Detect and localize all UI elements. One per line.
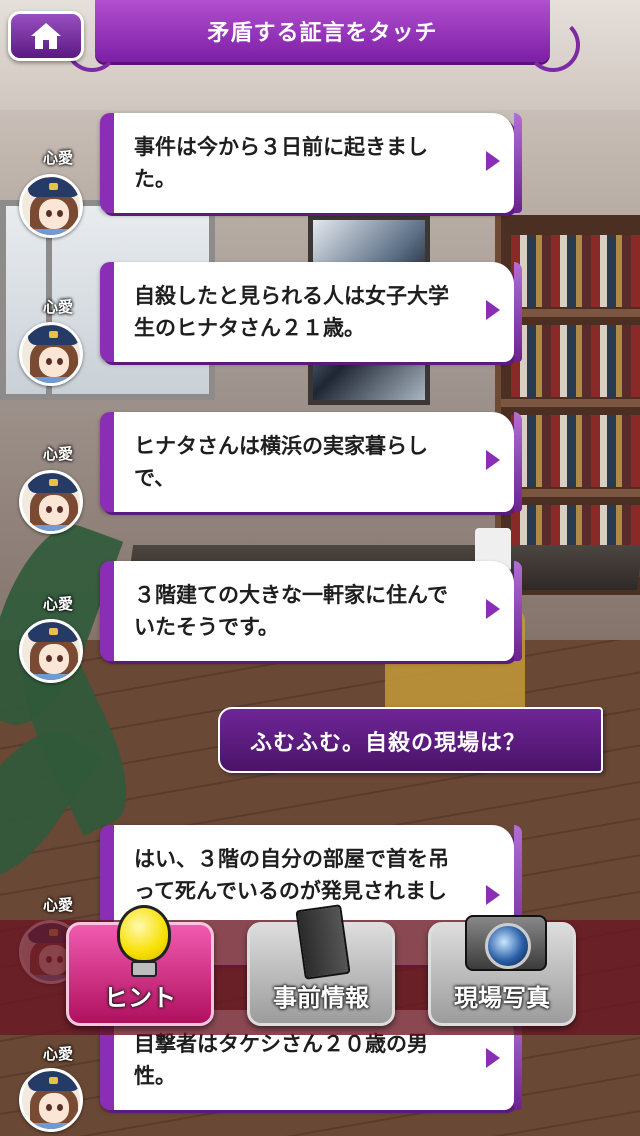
avatar	[19, 322, 83, 386]
testimony-text: 事件は今から３日前に起きました。	[134, 135, 428, 191]
speaker-name: 心愛	[42, 896, 73, 914]
speaker-name: 心愛	[42, 1045, 73, 1063]
home-button[interactable]	[8, 11, 84, 61]
chevron-right-icon	[486, 151, 500, 171]
header-banner: 矛盾する証言をタッチ	[65, 0, 580, 72]
chevron-right-icon	[486, 599, 500, 619]
chevron-right-icon	[486, 1048, 500, 1068]
prior-info-button[interactable]: 事前情報	[247, 904, 395, 1026]
player-reply-text: ふむふむ。自殺の現場は？	[250, 731, 527, 756]
testimony-bubble[interactable]: ３階建ての大きな一軒家に住んでいたそうです。	[100, 561, 522, 661]
camera-icon	[465, 915, 547, 971]
book-icon	[295, 904, 351, 980]
page-title: 矛盾する証言をタッチ	[207, 21, 438, 46]
speaker-name: 心愛	[42, 595, 73, 613]
hint-label: ヒント	[104, 984, 176, 1012]
scene-photo-label: 現場写真	[454, 984, 550, 1012]
testimony-text: ３階建ての大きな一軒家に住んでいたそうです。	[134, 583, 448, 639]
prior-info-label: 事前情報	[273, 984, 369, 1012]
speaker-name: 心愛	[42, 149, 73, 167]
speaker-name: 心愛	[42, 298, 73, 316]
chevron-right-icon	[486, 450, 500, 470]
testimony-bubble[interactable]: 自殺したと見られる人は女子大学生のヒナタさん２１歳。	[100, 262, 522, 362]
hint-button[interactable]: ヒント	[66, 905, 214, 1026]
avatar	[19, 470, 83, 534]
home-icon	[31, 23, 61, 49]
avatar	[19, 1068, 83, 1132]
speaker-name: 心愛	[42, 445, 73, 463]
scene-photo-button[interactable]: 現場写真	[428, 915, 576, 1026]
chevron-right-icon	[486, 300, 500, 320]
testimony-bubble[interactable]: 事件は今から３日前に起きました。	[100, 113, 522, 213]
testimony-text: ヒナタさんは横浜の実家暮らしで、	[134, 434, 428, 490]
chevron-right-icon	[486, 885, 500, 905]
avatar	[19, 619, 83, 683]
testimony-text: 目撃者はタケシさん２０歳の男性。	[134, 1032, 428, 1088]
player-reply-bubble: ふむふむ。自殺の現場は？	[218, 707, 603, 773]
testimony-bubble[interactable]: ヒナタさんは横浜の実家暮らしで、	[100, 412, 522, 512]
lightbulb-base	[131, 961, 157, 977]
avatar	[19, 174, 83, 238]
lightbulb-icon	[117, 905, 171, 963]
testimony-text: 自殺したと見られる人は女子大学生のヒナタさん２１歳。	[134, 284, 449, 340]
